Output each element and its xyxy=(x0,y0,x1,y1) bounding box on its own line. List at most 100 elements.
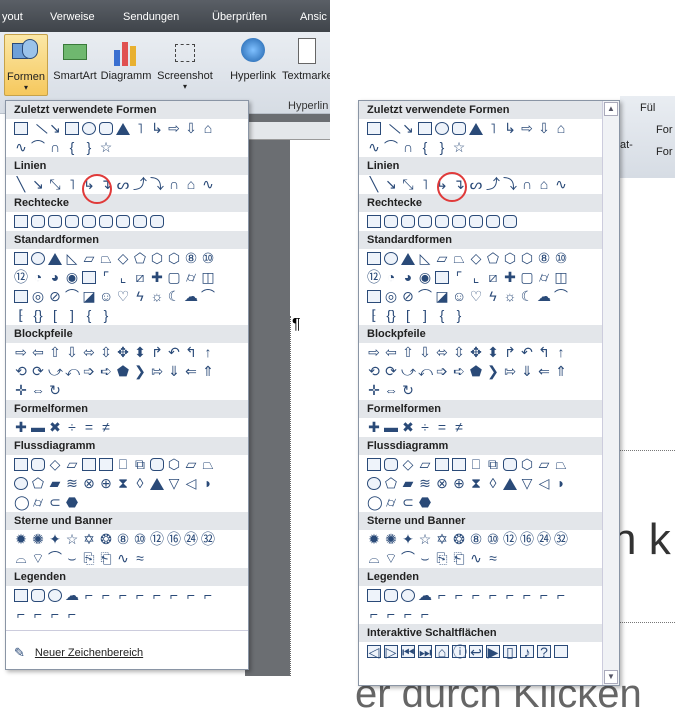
down-arrow-shape[interactable]: ⇩ xyxy=(418,345,432,359)
round-rect-shape[interactable] xyxy=(503,215,517,228)
sort-shape[interactable]: ◊ xyxy=(486,476,500,490)
accent-border-callout2-shape[interactable]: ⌐ xyxy=(48,607,62,621)
freeform-shape[interactable]: ⌂ xyxy=(184,177,198,191)
freeform-shape[interactable]: ∿ xyxy=(14,140,28,154)
heart-shape[interactable]: ♡ xyxy=(469,289,483,303)
pentagon-shape[interactable]: ⬠ xyxy=(133,251,147,265)
bent-up-arrow-shape[interactable]: ↑ xyxy=(201,345,215,359)
curved-left-arrow-shape[interactable]: ⟳ xyxy=(31,364,45,378)
stored-data-shape[interactable]: ◁ xyxy=(537,476,551,490)
double-arrow-shape[interactable]: ⤡ xyxy=(48,177,62,191)
plaque-shape[interactable]: ▢ xyxy=(167,270,181,284)
star8-shape[interactable]: ⑧ xyxy=(469,532,483,546)
document-page[interactable] xyxy=(290,140,330,676)
left-brace-shape[interactable]: { xyxy=(82,308,96,322)
star7-shape[interactable]: ❂ xyxy=(99,532,113,546)
curve-shape[interactable]: ∩ xyxy=(520,177,534,191)
rounded-rect-shape[interactable] xyxy=(31,215,45,228)
decision-shape[interactable]: ◇ xyxy=(401,457,415,471)
document-shape[interactable]: ⎕ xyxy=(116,457,130,471)
tab-ansicht[interactable]: Ansic xyxy=(300,11,327,23)
smiley-shape[interactable]: ☺ xyxy=(99,289,113,303)
manual-operation-shape[interactable]: ⏢ xyxy=(554,457,568,471)
elbow-connector-shape[interactable]: ˥ xyxy=(65,177,79,191)
border-callout2-shape[interactable]: ⌐ xyxy=(554,588,568,602)
star-shape[interactable]: ☆ xyxy=(452,140,466,154)
right-bracket-shape[interactable]: ] xyxy=(418,308,432,322)
star5-shape[interactable]: ☆ xyxy=(418,532,432,546)
cloud-shape[interactable]: ☁ xyxy=(184,289,198,303)
ribbon-up-shape[interactable]: ⌓ xyxy=(367,551,381,565)
u-turn-arrow-shape[interactable]: ↶ xyxy=(167,345,181,359)
moon-shape[interactable]: ☾ xyxy=(520,289,534,303)
accent-callout3-shape[interactable]: ⌐ xyxy=(167,588,181,602)
cross-shape[interactable]: ✚ xyxy=(150,270,164,284)
forward-action-button[interactable]: ▷ xyxy=(384,645,398,659)
snip-rect-shape[interactable] xyxy=(48,215,62,228)
preparation-shape[interactable]: ⬡ xyxy=(520,457,534,471)
curved-left-arrow-shape[interactable]: ⟳ xyxy=(384,364,398,378)
cube-shape[interactable]: ◫ xyxy=(554,270,568,284)
cube-shape[interactable]: ◫ xyxy=(201,270,215,284)
up-callout-arrow-shape[interactable]: ⇑ xyxy=(201,364,215,378)
left-arrow-shape[interactable]: ⇦ xyxy=(31,345,45,359)
sequential-storage-shape[interactable]: ◯ xyxy=(14,495,30,509)
border-callout3-shape[interactable]: ⌐ xyxy=(14,607,28,621)
left-up-arrow-shape[interactable]: ↰ xyxy=(537,345,551,359)
teardrop-shape[interactable]: ◉ xyxy=(418,270,432,284)
manual-operation-shape[interactable]: ⏢ xyxy=(201,457,215,471)
connector-shape[interactable] xyxy=(14,477,28,490)
parallelogram-shape[interactable]: ▱ xyxy=(435,251,449,265)
bent-arrow-shape[interactable]: ↱ xyxy=(150,345,164,359)
half-frame-shape[interactable]: ⌜ xyxy=(99,270,113,284)
elbow-connector-shape[interactable]: ˥ xyxy=(133,121,147,135)
folded-corner-shape[interactable]: ◪ xyxy=(82,289,96,303)
can-shape[interactable]: ⌭ xyxy=(537,270,551,284)
round-rect-shape[interactable] xyxy=(133,215,147,228)
bent-arrow-shape[interactable]: ↱ xyxy=(503,345,517,359)
cloud-callout-shape[interactable]: ☁ xyxy=(65,588,79,602)
diamond-shape[interactable]: ◇ xyxy=(116,251,130,265)
left-callout-arrow-shape[interactable]: ⇐ xyxy=(537,364,551,378)
rectangle-shape[interactable] xyxy=(14,215,28,228)
arrow-line-shape[interactable]: ↘ xyxy=(31,177,45,191)
summing-junction-shape[interactable]: ⊗ xyxy=(435,476,449,490)
rectangle-shape[interactable] xyxy=(65,122,79,135)
octagon-shape[interactable]: ⑧ xyxy=(537,251,551,265)
return-action-button[interactable]: ↩ xyxy=(469,645,483,659)
snip-rect-shape[interactable] xyxy=(65,215,79,228)
line-callout3-shape[interactable]: ⌐ xyxy=(469,588,483,602)
double-bracket-shape[interactable]: ⁅ xyxy=(367,308,381,322)
flowchart-shape[interactable]: ⌂ xyxy=(201,121,215,135)
curved-right-arrow-shape[interactable]: ⟲ xyxy=(367,364,381,378)
smartart-button[interactable]: SmartArt xyxy=(52,34,98,94)
u-turn-arrow-shape[interactable]: ↶ xyxy=(520,345,534,359)
not-equal-shape[interactable]: ≠ xyxy=(99,420,113,434)
equal-shape[interactable]: = xyxy=(82,420,96,434)
no-symbol-shape[interactable]: ⊘ xyxy=(401,289,415,303)
vertical-scroll-shape[interactable]: ⎘ xyxy=(435,551,449,565)
predefined-process-shape[interactable] xyxy=(435,458,449,471)
quad-arrow-shape[interactable]: ✥ xyxy=(469,345,483,359)
triangle-shape[interactable] xyxy=(469,122,483,135)
card-shape[interactable]: ▰ xyxy=(48,476,62,490)
trapezoid-shape[interactable]: ⏢ xyxy=(99,251,113,265)
arc-shape[interactable]: ⌒ xyxy=(31,140,45,154)
star6-shape[interactable]: ✡ xyxy=(435,532,449,546)
star-shape[interactable]: ☆ xyxy=(99,140,113,154)
bent-up-arrow-shape[interactable]: ↑ xyxy=(554,345,568,359)
arc-shape[interactable]: ⌒ xyxy=(384,140,398,154)
explosion2-shape[interactable]: ✺ xyxy=(31,532,45,546)
wave-shape[interactable]: ∿ xyxy=(116,551,130,565)
double-brace-shape[interactable]: {} xyxy=(31,308,45,322)
oval-shape[interactable] xyxy=(435,122,449,135)
accent-callout2-shape[interactable]: ⌐ xyxy=(150,588,164,602)
right-brace-shape[interactable]: } xyxy=(82,140,96,154)
curved-ribbon-down-shape[interactable]: ⌣ xyxy=(418,551,432,565)
scribble-shape[interactable]: ∿ xyxy=(554,177,568,191)
left-right-up-arrow-shape[interactable]: ⬍ xyxy=(486,345,500,359)
curve-shape[interactable]: ∩ xyxy=(401,140,415,154)
left-brace-shape[interactable]: { xyxy=(65,140,79,154)
down-callout-arrow-shape[interactable]: ⇓ xyxy=(520,364,534,378)
star6-shape[interactable]: ✡ xyxy=(82,532,96,546)
